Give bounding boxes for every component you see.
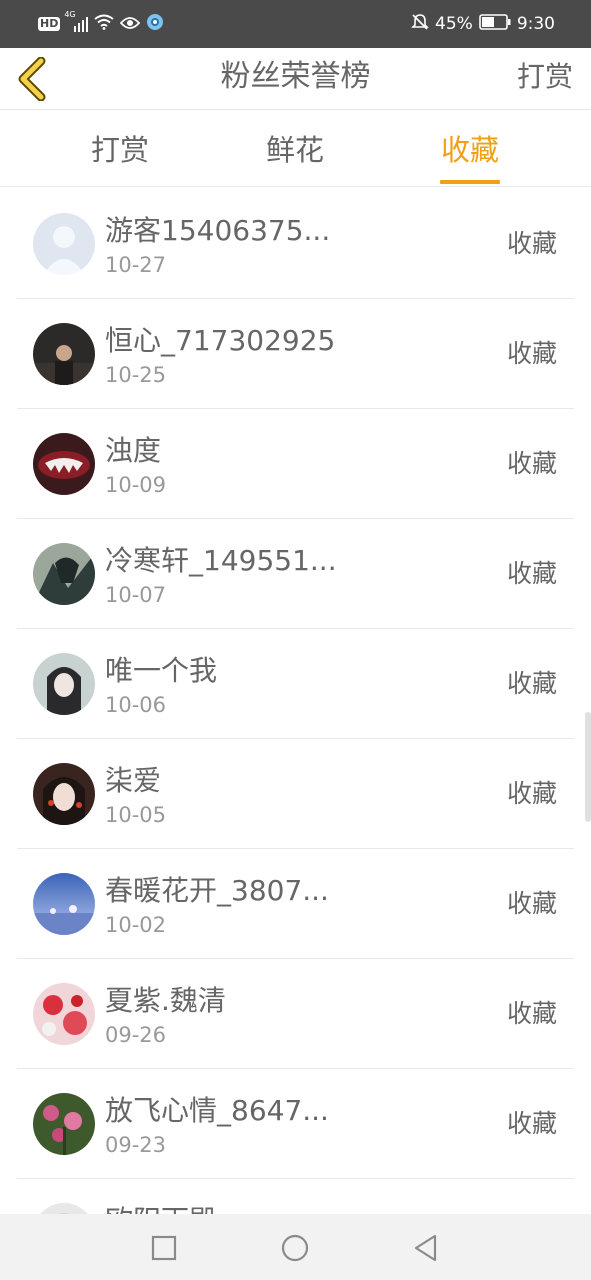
item-action-label: 收藏: [506, 1109, 557, 1138]
item-date: 10-07: [105, 583, 167, 607]
user-name: 浊度: [105, 434, 162, 467]
scrollbar[interactable]: [585, 712, 591, 822]
user-name: 柒爱: [105, 764, 162, 797]
battery-icon: [479, 13, 511, 35]
user-name: 冷寒轩_149551...: [105, 544, 337, 577]
avatar: [33, 433, 95, 495]
triangle-back-icon: [414, 1234, 437, 1262]
item-action-label: 收藏: [506, 779, 557, 808]
page-title: 粉丝荣誉榜: [220, 59, 371, 94]
list-item[interactable]: 放飞心情_8647... 09-23 收藏: [17, 1069, 574, 1179]
tab-favorites-label: 收藏: [440, 133, 499, 167]
item-date: 09-23: [105, 1133, 167, 1157]
item-action-label: 收藏: [506, 999, 557, 1028]
system-back-button[interactable]: [406, 1228, 446, 1268]
user-name: 恒心_717302925: [105, 324, 336, 357]
tab-bar: 打赏 鲜花 收藏: [0, 111, 591, 187]
hd-badge: HD: [38, 17, 61, 31]
list-item[interactable]: 恒心_717302925 10-25 收藏: [17, 299, 574, 409]
item-action-label: 收藏: [506, 889, 557, 918]
clock: 9:30: [516, 14, 555, 34]
status-bar: HD 4G 45% 9:30: [0, 0, 591, 48]
network-type-label: 4G: [64, 10, 76, 19]
app-notification-icon: [146, 13, 164, 35]
avatar: [33, 543, 95, 605]
status-left: HD 4G: [38, 10, 164, 36]
avatar: [33, 653, 95, 715]
title-bar: 粉丝荣誉榜 打赏: [0, 48, 591, 110]
list-item[interactable]: 柒爱 10-05 收藏: [17, 739, 574, 849]
tab-flowers[interactable]: 鲜花: [235, 111, 355, 187]
item-action-label: 收藏: [506, 559, 557, 588]
item-action-label: 收藏: [507, 1179, 557, 1214]
user-name: 春暖花开_3807...: [105, 874, 329, 907]
item-action-label: 收藏: [506, 339, 557, 368]
item-action-label: 收藏: [506, 449, 557, 478]
tab-favorites[interactable]: 收藏: [410, 111, 530, 187]
item-date: 09-26: [105, 1023, 167, 1047]
list-item[interactable]: 浊度 10-09 收藏: [17, 409, 574, 519]
user-name: 夏紫.魏清: [105, 984, 226, 1017]
item-date: 10-06: [105, 693, 167, 717]
recent-apps-button[interactable]: [144, 1228, 184, 1268]
circle-icon: [281, 1234, 309, 1262]
list-item[interactable]: 春暖花开_3807... 10-02 收藏: [17, 849, 574, 959]
avatar: [33, 1093, 95, 1155]
item-action-label: 收藏: [506, 669, 557, 698]
status-right: 45% 9:30: [411, 12, 555, 36]
item-date: 10-02: [105, 913, 167, 937]
user-name: 放飞心情_8647...: [105, 1094, 329, 1127]
mute-icon: [411, 13, 429, 36]
battery-percent: 45%: [435, 14, 473, 34]
list-item[interactable]: 夏紫.魏清 09-26 收藏: [17, 959, 574, 1069]
tip-button[interactable]: 打赏: [517, 48, 573, 110]
avatar: [33, 983, 95, 1045]
avatar: [33, 323, 95, 385]
avatar: [33, 213, 95, 275]
list-item[interactable]: 唯一个我 10-06 收藏: [17, 629, 574, 739]
fan-list[interactable]: 游客15406375... 10-27 收藏 恒心_717302925 10-2…: [0, 189, 591, 1214]
list-item[interactable]: 游客15406375... 10-27 收藏: [17, 189, 574, 299]
item-date: 10-27: [105, 253, 167, 277]
item-action-label: 收藏: [506, 229, 557, 258]
list-item[interactable]: 冷寒轩_149551... 10-07 收藏: [17, 519, 574, 629]
item-date: 10-05: [105, 803, 167, 827]
wifi-icon: [94, 14, 114, 34]
active-tab-indicator: [440, 180, 500, 184]
square-icon: [151, 1235, 177, 1261]
user-name: 欧阳雨殿: [105, 1199, 217, 1214]
user-name: 游客15406375...: [105, 214, 331, 247]
avatar: [33, 873, 95, 935]
system-nav-bar: [0, 1214, 591, 1280]
signal-icon: 4G: [64, 10, 89, 32]
avatar: [33, 763, 95, 825]
tab-tips[interactable]: 打赏: [60, 111, 180, 187]
user-name: 唯一个我: [105, 654, 218, 687]
item-date: 10-09: [105, 473, 167, 497]
avatar: [33, 1203, 95, 1214]
eye-icon: [120, 15, 141, 34]
item-date: 10-25: [105, 363, 167, 387]
list-item[interactable]: 欧阳雨殿 收藏: [17, 1179, 574, 1214]
home-button[interactable]: [275, 1228, 315, 1268]
